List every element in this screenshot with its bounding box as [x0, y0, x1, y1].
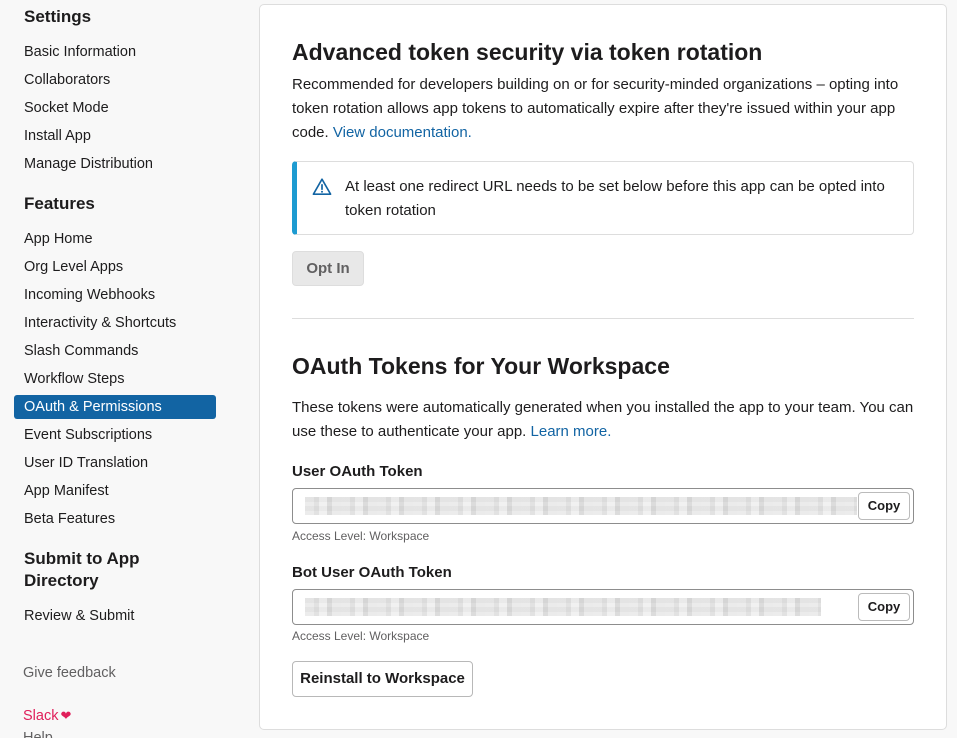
sidebar-item-event-subscriptions[interactable]: Event Subscriptions [14, 423, 216, 447]
sidebar-item-app-manifest[interactable]: App Manifest [14, 479, 216, 503]
sidebar-item-manage-distribution[interactable]: Manage Distribution [14, 152, 216, 176]
bot-oauth-token-label: Bot User OAuth Token [292, 564, 452, 581]
alert-text: At least one redirect URL needs to be se… [345, 178, 885, 219]
sidebar-heading-features: Features [24, 194, 95, 213]
sidebar-item-app-home[interactable]: App Home [14, 227, 216, 251]
sidebar-item-slash-commands[interactable]: Slash Commands [14, 339, 216, 363]
sidebar-item-beta-features[interactable]: Beta Features [14, 507, 216, 531]
sidebar-item-interactivity-shortcuts[interactable]: Interactivity & Shortcuts [14, 311, 216, 335]
view-documentation-link[interactable]: View documentation. [333, 124, 472, 141]
warning-triangle-icon [312, 178, 332, 195]
reinstall-to-workspace-button[interactable]: Reinstall to Workspace [292, 661, 473, 697]
sidebar-item-review-submit[interactable]: Review & Submit [14, 604, 216, 628]
user-oauth-token-redacted [305, 497, 857, 515]
sidebar-item-basic-information[interactable]: Basic Information [14, 40, 216, 64]
sidebar-item-incoming-webhooks[interactable]: Incoming Webhooks [14, 283, 216, 307]
sidebar-heading-submit-line2: Directory [24, 571, 99, 590]
user-oauth-token-label: User OAuth Token [292, 463, 423, 480]
token-rotation-description: Recommended for developers building on o… [292, 73, 914, 145]
redirect-url-alert: At least one redirect URL needs to be se… [292, 161, 914, 235]
sidebar-item-socket-mode[interactable]: Socket Mode [14, 96, 216, 120]
main-card: Advanced token security via token rotati… [259, 4, 947, 730]
heart-icon: ❤ [60, 708, 72, 723]
section-divider [292, 318, 914, 319]
user-oauth-token-field[interactable]: Copy [292, 488, 914, 524]
sidebar-item-collaborators[interactable]: Collaborators [14, 68, 216, 92]
bot-token-access-level: Access Level: Workspace [292, 629, 430, 643]
oauth-tokens-title: OAuth Tokens for Your Workspace [292, 353, 670, 379]
sidebar-item-oauth-permissions[interactable]: OAuth & Permissions [14, 395, 216, 419]
token-rotation-title: Advanced token security via token rotati… [292, 39, 763, 65]
copy-bot-token-button[interactable]: Copy [858, 593, 910, 621]
help-link[interactable]: Help [23, 727, 53, 738]
copy-user-token-button[interactable]: Copy [858, 492, 910, 520]
give-feedback-link[interactable]: Give feedback [23, 662, 116, 684]
learn-more-link[interactable]: Learn more. [531, 423, 612, 440]
oauth-tokens-description: These tokens were automatically generate… [292, 396, 914, 444]
sidebar-item-install-app[interactable]: Install App [14, 124, 216, 148]
sidebar: Settings Basic Information Collaborators… [0, 0, 240, 738]
slack-link[interactable]: Slack ❤ [23, 705, 71, 727]
bot-oauth-token-field[interactable]: Copy [292, 589, 914, 625]
sidebar-item-workflow-steps[interactable]: Workflow Steps [14, 367, 216, 391]
user-token-access-level: Access Level: Workspace [292, 529, 430, 543]
slack-link-label: Slack [23, 708, 59, 724]
opt-in-button[interactable]: Opt In [292, 251, 364, 286]
bot-oauth-token-redacted [305, 598, 821, 616]
sidebar-item-org-level-apps[interactable]: Org Level Apps [14, 255, 216, 279]
sidebar-item-user-id-translation[interactable]: User ID Translation [14, 451, 216, 475]
sidebar-heading-submit-line1: Submit to App [24, 549, 140, 568]
app-window: Settings Basic Information Collaborators… [0, 0, 957, 738]
sidebar-heading-settings: Settings [24, 7, 92, 26]
